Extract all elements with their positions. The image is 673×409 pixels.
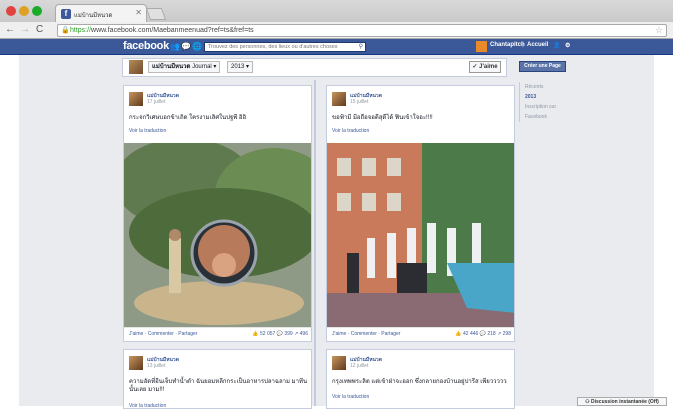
- chevron-down-icon: ▾: [246, 64, 250, 70]
- chevron-down-icon: ▾: [213, 64, 217, 70]
- post-date[interactable]: 13 juillet: [147, 363, 165, 369]
- post-photo[interactable]: [327, 143, 515, 327]
- user-avatar[interactable]: [476, 41, 487, 52]
- browser-tab-strip: f แม่บ้านมีหนวด ✕: [0, 0, 673, 22]
- post-text: กระจกวิเศษบอกข้าเถิด ใครงามเลิศในปฐพี อิ…: [129, 115, 247, 121]
- see-translation-link[interactable]: Voir la traduction: [129, 128, 166, 134]
- timeline-post: แม่บ้านมีหนวด 13 juillet ความอัดที่อีนเจ…: [123, 349, 312, 409]
- see-translation-link[interactable]: Voir la traduction: [332, 128, 369, 134]
- facebook-logo[interactable]: facebook: [123, 40, 169, 52]
- notifications-icon[interactable]: 🌐: [192, 42, 202, 51]
- url-text: www.facebook.com/Maebanmeenuad?ref=ts&fr…: [91, 27, 254, 34]
- facebook-top-bar: facebook 👥 💬 🌐 Trouvez des personnes, de…: [0, 39, 673, 55]
- share-count: 496: [299, 331, 308, 337]
- post-text: ขอฟ้ามี มีอถือจอดีสุดีได้ ฟินเข้าใจอะ!!!…: [332, 115, 433, 121]
- post-photo[interactable]: [124, 143, 312, 327]
- search-icon[interactable]: ⚲: [359, 43, 363, 51]
- comment-count: 218: [487, 331, 496, 337]
- settings-gear-icon[interactable]: ⚙: [565, 42, 570, 49]
- close-tab-icon[interactable]: ✕: [135, 8, 142, 17]
- post-date[interactable]: 15 juillet: [350, 99, 368, 105]
- year-label: 2013: [231, 64, 245, 70]
- timeline-year-nav: Récents 2013 Inscription sur Facebook: [519, 82, 569, 122]
- timeline-post: แม่บ้านมีหนวด 12 juillet กรุงเทพพระลิต แ…: [326, 349, 515, 409]
- browser-tab[interactable]: f แม่บ้านมีหนวด ✕: [55, 4, 147, 22]
- post-actions[interactable]: J'aime · Commenter · Partager: [332, 331, 400, 337]
- address-bar[interactable]: 🔒 https://www.facebook.com/Maebanmeenuad…: [57, 24, 667, 37]
- search-placeholder: Trouvez des personnes, des lieux ou d'au…: [208, 44, 338, 50]
- bookmark-star-icon[interactable]: ☆: [655, 25, 663, 36]
- user-name-link[interactable]: Chantapitch: [490, 42, 525, 48]
- post-author-avatar[interactable]: [129, 356, 143, 370]
- section-label: Journal: [192, 64, 212, 70]
- post-author-avatar[interactable]: [332, 92, 346, 106]
- new-tab-button[interactable]: [145, 8, 167, 20]
- friend-requests-icon[interactable]: 👥: [170, 42, 180, 51]
- tab-title: แม่บ้านมีหนวด: [74, 13, 113, 19]
- chat-icon: ⚇: [585, 399, 590, 405]
- back-arrow-icon[interactable]: ←: [5, 24, 15, 35]
- post-footer: J'aime · Commenter · Partager 👍 52 057 💬…: [124, 327, 311, 341]
- post-date[interactable]: 12 juillet: [350, 363, 368, 369]
- timeline-spine: [314, 80, 316, 406]
- search-input[interactable]: Trouvez des personnes, des lieux ou d'au…: [204, 42, 366, 52]
- minimize-window-button[interactable]: [19, 6, 29, 16]
- post-footer: J'aime · Commenter · Partager 👍 42 446 💬…: [327, 327, 514, 341]
- chat-label: Discussion instantanée (Off): [591, 399, 659, 405]
- post-text: กรุงเทพพระลิต แต่เข้าฝ่าจะออก ซึ่งกลายกอ…: [332, 379, 507, 385]
- see-translation-link[interactable]: Voir la traduction: [332, 394, 369, 400]
- zoom-window-button[interactable]: [32, 6, 42, 16]
- close-window-button[interactable]: [6, 6, 16, 16]
- see-translation-link[interactable]: Voir la traduction: [129, 403, 166, 408]
- page-name: แม่บ้านมีหนวด: [152, 64, 191, 70]
- timeline-post: แม่บ้านมีหนวด 17 juillet กระจกวิเศษบอกข้…: [123, 85, 312, 342]
- post-author-avatar[interactable]: [129, 92, 143, 106]
- post-date[interactable]: 17 juillet: [147, 99, 165, 105]
- like-count: 52 057: [260, 331, 276, 337]
- post-stats[interactable]: 👍 42 446 💬 218 ↗ 298: [455, 328, 511, 341]
- timeline-nav-2013[interactable]: 2013: [525, 92, 569, 102]
- timeline-post: แม่บ้านมีหนวด 15 juillet ขอฟ้ามี มีอถือจ…: [326, 85, 515, 342]
- lock-icon: 🔒: [61, 27, 70, 34]
- messages-icon[interactable]: 💬: [181, 42, 191, 51]
- reload-icon[interactable]: C: [36, 24, 43, 35]
- create-page-button[interactable]: Créer une Page: [519, 61, 566, 72]
- share-count: 298: [502, 331, 511, 337]
- year-selector[interactable]: 2013 ▾: [227, 61, 254, 73]
- url-scheme: https://: [70, 27, 92, 34]
- like-count: 42 446: [463, 331, 479, 337]
- page-avatar[interactable]: [128, 59, 144, 75]
- facebook-favicon-icon: f: [61, 9, 71, 19]
- page-name-selector[interactable]: แม่บ้านมีหนวด Journal ▾: [148, 61, 221, 73]
- post-author-avatar[interactable]: [332, 356, 346, 370]
- chat-bar[interactable]: ⚇ Discussion instantanée (Off): [577, 397, 667, 406]
- post-actions[interactable]: J'aime · Commenter · Partager: [129, 331, 197, 337]
- post-text: ความอัดที่อีนเจ็บทำน้ำตำ ฉันยอมหลีกกระเป…: [129, 379, 308, 393]
- post-stats[interactable]: 👍 52 057 💬 399 ↗ 496: [252, 328, 308, 341]
- separator: |: [522, 42, 524, 48]
- comment-count: 399: [284, 331, 293, 337]
- forward-arrow-icon[interactable]: →: [20, 24, 30, 35]
- page-like-button[interactable]: ✓ J'aime: [469, 61, 501, 73]
- find-friends-icon[interactable]: 👤: [553, 42, 560, 49]
- timeline-nav-joined[interactable]: Inscription sur Facebook: [525, 102, 569, 122]
- home-link[interactable]: Accueil: [527, 42, 548, 48]
- browser-toolbar: ← → C 🔒 https://www.facebook.com/Maebanm…: [0, 22, 673, 39]
- timeline-nav-recent[interactable]: Récents: [525, 82, 569, 92]
